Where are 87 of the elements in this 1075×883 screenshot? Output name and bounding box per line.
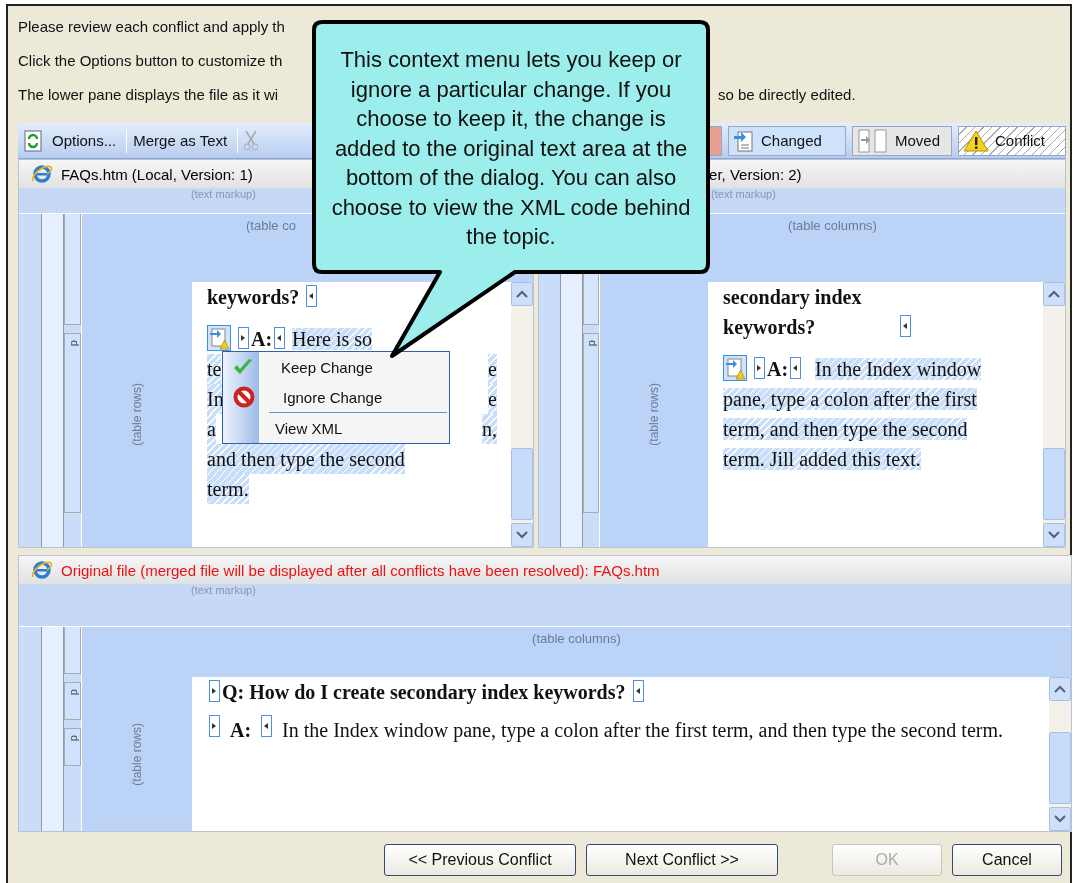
table-columns-label: (table columns): [788, 218, 877, 233]
paragraph-marker[interactable]: p: [64, 728, 81, 766]
answer-text: and then type the second: [207, 444, 405, 474]
scrollbar-thumb[interactable]: [1049, 732, 1071, 804]
question-text: Q: How do I create secondary index keywords?: [222, 681, 626, 703]
scrollbar-thumb[interactable]: [1043, 448, 1065, 520]
answer-text: term.: [207, 474, 249, 504]
scroll-up-button[interactable]: [1049, 677, 1071, 701]
browser-icon: [31, 164, 53, 184]
dialog-button[interactable]: Cancel: [952, 844, 1062, 876]
prohibited-icon: [233, 386, 255, 408]
table-rows-label: (table rows): [130, 383, 144, 446]
chevron-down-icon: [1054, 815, 1066, 823]
deleted-legend-swatch: [710, 125, 722, 156]
tag-marker-icon: [209, 680, 220, 702]
answer-label: A:: [767, 358, 789, 380]
document-arrow-icon: [733, 128, 755, 153]
answer-text: e: [488, 384, 497, 414]
scroll-up-button[interactable]: [1043, 282, 1065, 306]
dialog-button[interactable]: Next Conflict >>: [586, 844, 778, 876]
tag-marker-icon: [754, 357, 766, 379]
chevron-up-icon: [1048, 290, 1060, 298]
heading-text: secondary index keywords?: [723, 285, 863, 341]
paragraph-marker[interactable]: p: [64, 333, 81, 513]
table-rows-label: (table rows): [647, 383, 662, 446]
scroll-down-button[interactable]: [1049, 807, 1071, 831]
text-markup-label: (text markup): [191, 584, 256, 596]
pane-header: Original file (merged file will be displayed after all conflicts have been resolved): FAQs.htm: [61, 561, 660, 579]
chevron-down-icon: [1048, 531, 1060, 539]
checkmark-icon: [233, 358, 253, 376]
warning-icon: [963, 129, 989, 152]
scrollbar-thumb[interactable]: [511, 448, 534, 520]
answer-text: In: [207, 384, 224, 414]
answer-text: Here is so: [292, 328, 373, 350]
options-button[interactable]: Options...: [18, 128, 128, 153]
document-warning-icon[interactable]: [207, 325, 231, 351]
scissors-icon[interactable]: [244, 129, 259, 152]
table-rows-label: (table rows): [130, 722, 144, 786]
text-markup-label: (text markup): [191, 188, 256, 200]
answer-text: n,: [482, 414, 497, 444]
instruction-text: The lower pane displays the file as it wi: [18, 85, 280, 103]
text-markup-label: (text markup): [711, 188, 776, 200]
chevron-up-icon: [516, 290, 529, 298]
dialog-button[interactable]: << Previous Conflict: [384, 844, 576, 876]
browser-icon: [31, 560, 53, 580]
pane-header: er, Version: 2): [709, 165, 802, 183]
tag-marker-icon: [900, 315, 912, 337]
moved-legend: Moved: [852, 125, 952, 156]
scrollbar[interactable]: [511, 282, 534, 547]
table-columns-label: (table columns): [532, 631, 621, 646]
callout-text: This context menu lets you keep or ignore a particular change. If you choose to keep it, the change is added to the original text area at the bottom of the dialog. You can also choose to view the XML code behind the topic.: [330, 46, 692, 251]
scrollbar[interactable]: [1043, 282, 1065, 547]
menu-item[interactable]: Ignore Change: [223, 382, 449, 412]
menu-item[interactable]: View XML: [223, 413, 449, 443]
conflict-legend: Conflict: [958, 125, 1066, 156]
table-columns-label: (table co: [246, 218, 296, 233]
instruction-text: Click the Options button to customize th: [18, 51, 284, 69]
tag-marker-icon: [209, 715, 220, 737]
tag-marker-icon: [238, 327, 249, 349]
refresh-document-icon: [24, 129, 42, 152]
scroll-up-button[interactable]: [511, 282, 534, 306]
heading-text: keywords?: [207, 286, 300, 308]
changed-legend: Changed: [728, 125, 846, 156]
menu-item[interactable]: Keep Change: [223, 352, 449, 382]
merge-button[interactable]: Merge as Text: [127, 128, 239, 153]
scroll-down-button[interactable]: [1043, 523, 1065, 547]
scrollbar[interactable]: [1049, 677, 1071, 831]
answer-label: A:: [230, 718, 252, 743]
answer-text: In the Index window pane, type a colon after the first term, and then type the second term.: [282, 718, 1003, 744]
tag-marker-icon: [274, 327, 286, 349]
instruction-text: Please review each conflict and apply th: [18, 17, 286, 35]
tag-marker-icon: [632, 680, 644, 702]
answer-label: A:: [251, 328, 273, 350]
tag-marker-icon: [790, 357, 802, 379]
scroll-down-button[interactable]: [511, 523, 534, 547]
tag-marker-icon: [306, 285, 318, 307]
paragraph-marker[interactable]: p: [64, 682, 81, 720]
chevron-down-icon: [516, 531, 529, 539]
tag-marker-icon: [261, 715, 273, 737]
document-warning-icon[interactable]: [723, 355, 748, 381]
answer-text: e: [488, 354, 497, 384]
pane-header: FAQs.htm (Local, Version: 1): [61, 165, 253, 183]
answer-text: a: [207, 414, 216, 444]
moved-document-icon: [857, 128, 889, 153]
chevron-up-icon: [1054, 685, 1066, 693]
instruction-text: so be directly edited.: [718, 85, 856, 103]
answer-text: te: [207, 354, 222, 384]
